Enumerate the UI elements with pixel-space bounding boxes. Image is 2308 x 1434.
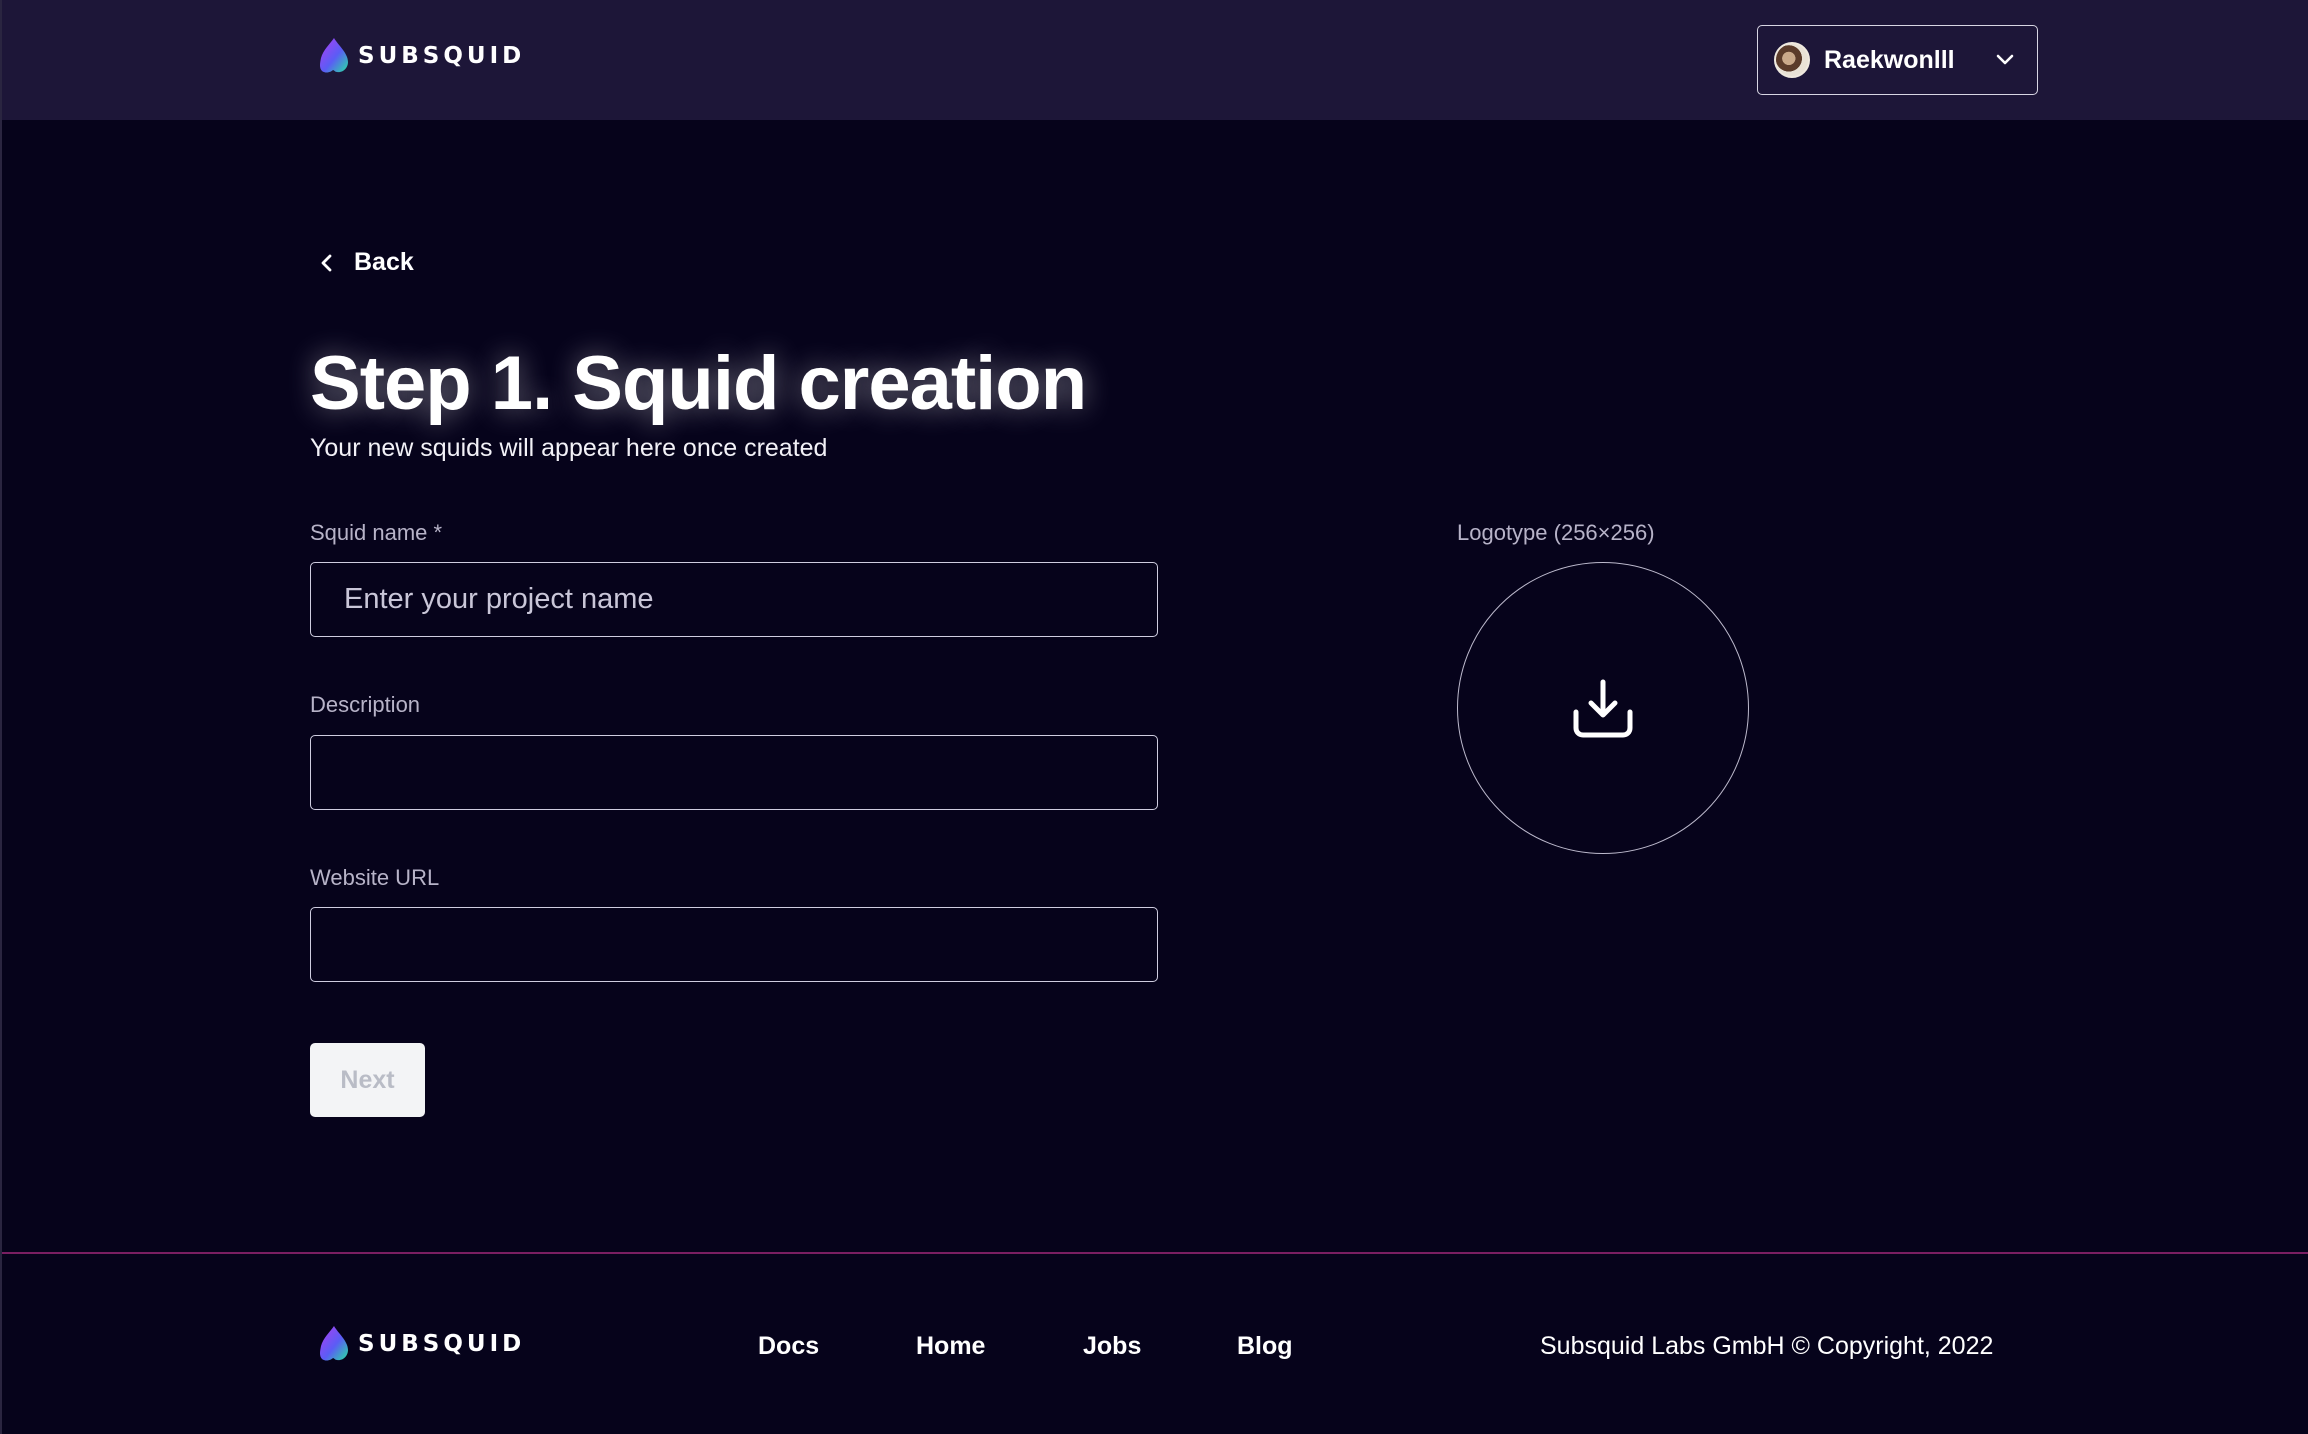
app-frame: SUBSQUID Raekwonlll Back Step 1. Squid c… (0, 0, 2308, 1434)
footer-link-home[interactable]: Home (916, 1332, 985, 1361)
footer-link-blog[interactable]: Blog (1237, 1332, 1293, 1361)
description-input[interactable] (310, 735, 1158, 810)
brand-name: SUBSQUID (358, 43, 526, 69)
description-label: Description (310, 692, 421, 717)
subsquid-logo-icon (320, 38, 348, 73)
website-url-input[interactable] (310, 907, 1158, 982)
footer-link-docs[interactable]: Docs (758, 1332, 819, 1361)
page-title: Step 1. Squid creation (310, 341, 1087, 426)
avatar (1774, 42, 1810, 78)
website-url-label: Website URL (310, 865, 440, 890)
squid-name-input[interactable] (310, 562, 1158, 637)
next-button[interactable]: Next (310, 1043, 425, 1117)
logotype-label: Logotype (256×256) (1457, 520, 1655, 545)
brand-logo[interactable]: SUBSQUID (318, 37, 525, 75)
subsquid-logo-icon (320, 1326, 348, 1361)
logotype-upload-dropzone[interactable] (1457, 562, 1749, 854)
chevron-left-icon (321, 254, 332, 271)
copyright-text: Subsquid Labs GmbH © Copyright, 2022 (1540, 1332, 1994, 1360)
squid-name-label: Squid name * (310, 520, 443, 545)
page-subtitle: Your new squids will appear here once cr… (310, 434, 828, 462)
footer-link-jobs[interactable]: Jobs (1083, 1332, 1141, 1361)
back-label: Back (354, 248, 414, 276)
footer-divider (2, 1252, 2308, 1254)
footer-brand-name: SUBSQUID (358, 1331, 526, 1357)
user-menu-button[interactable]: Raekwonlll (1757, 25, 2038, 95)
chevron-down-icon (1996, 54, 2014, 65)
back-link[interactable]: Back (318, 248, 414, 277)
user-name: Raekwonlll (1824, 46, 1955, 74)
top-header: SUBSQUID Raekwonlll (2, 0, 2308, 120)
download-icon (1573, 679, 1633, 738)
footer-brand-logo[interactable]: SUBSQUID (318, 1325, 525, 1363)
